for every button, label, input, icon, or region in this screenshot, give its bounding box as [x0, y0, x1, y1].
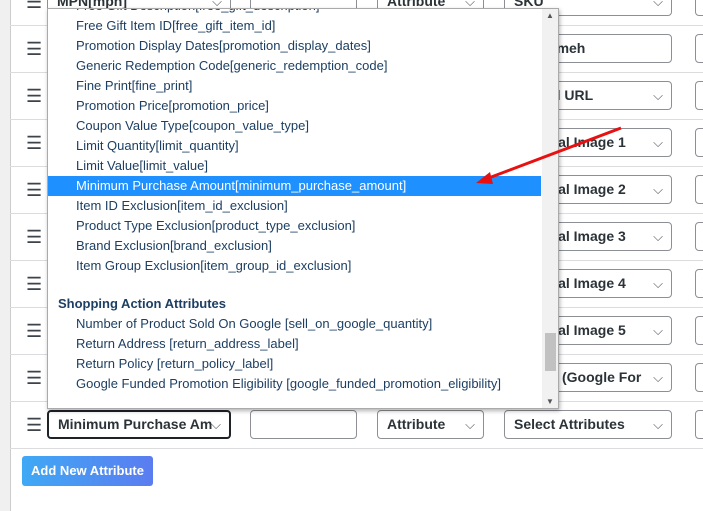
red-arrow-annotation	[476, 126, 622, 184]
